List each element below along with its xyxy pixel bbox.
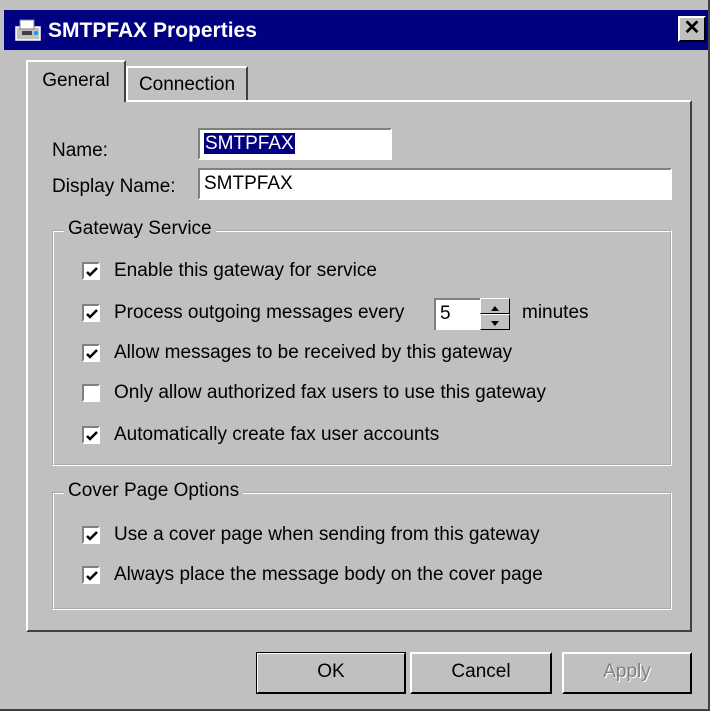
arrow-down-icon [491, 321, 499, 326]
window-title: SMTPFAX Properties [48, 19, 257, 42]
cancel-button-label: Cancel [451, 661, 511, 682]
interval-spinner [480, 298, 510, 330]
gateway-service-title: Gateway Service [64, 218, 216, 240]
fax-machine-icon [15, 19, 41, 41]
cover-page-title: Cover Page Options [64, 480, 244, 502]
tab-connection[interactable]: Connection [126, 66, 248, 102]
ok-button[interactable]: OK [256, 652, 406, 694]
authorized-users-checkbox[interactable] [82, 384, 100, 402]
allow-receive-label: Allow messages to be received by this ga… [114, 342, 513, 363]
apply-button[interactable]: Apply [562, 652, 692, 694]
allow-receive-checkbox[interactable] [82, 344, 100, 362]
enable-gateway-label: Enable this gateway for service [114, 260, 377, 281]
use-cover-page-checkbox[interactable] [82, 526, 100, 544]
name-label: Name: [52, 140, 108, 161]
checkmark-icon [86, 349, 98, 359]
tab-label: General [42, 70, 110, 91]
apply-button-label: Apply [603, 661, 651, 682]
cancel-button[interactable]: Cancel [410, 652, 552, 694]
body-on-cover-checkbox[interactable] [82, 566, 100, 584]
checkmark-icon [86, 531, 98, 541]
interval-input[interactable]: 5 [434, 298, 480, 330]
properties-dialog: SMTPFAX Properties ✕ General Connection … [0, 0, 710, 711]
interval-value: 5 [440, 303, 451, 324]
auto-create-accounts-checkbox[interactable] [82, 426, 100, 444]
use-cover-page-label: Use a cover page when sending from this … [114, 524, 540, 545]
process-outgoing-label: Process outgoing messages every [114, 302, 405, 323]
close-button[interactable]: ✕ [678, 16, 706, 42]
enable-gateway-checkbox[interactable] [82, 262, 100, 280]
close-icon: ✕ [683, 17, 701, 39]
process-outgoing-checkbox[interactable] [82, 304, 100, 322]
spin-up-button[interactable] [480, 298, 510, 314]
authorized-users-label: Only allow authorized fax users to use t… [114, 382, 546, 403]
tab-general[interactable]: General [26, 60, 126, 102]
interval-unit-label: minutes [522, 302, 589, 323]
spin-down-button[interactable] [480, 314, 510, 330]
arrow-up-icon [491, 306, 499, 311]
tab-label: Connection [138, 74, 236, 95]
name-value: SMTPFAX [204, 133, 295, 154]
title-bar[interactable]: SMTPFAX Properties ✕ [4, 10, 708, 50]
cover-page-group [52, 492, 672, 610]
checkmark-icon [86, 267, 98, 277]
display-name-value: SMTPFAX [204, 173, 293, 194]
name-field[interactable]: SMTPFAX [198, 128, 392, 160]
display-name-label: Display Name: [52, 176, 176, 197]
checkmark-icon [86, 431, 98, 441]
body-on-cover-label: Always place the message body on the cov… [114, 564, 543, 585]
display-name-field[interactable]: SMTPFAX [198, 168, 672, 200]
ok-button-label: OK [317, 661, 345, 682]
checkmark-icon [86, 571, 98, 581]
checkmark-icon [86, 309, 98, 319]
auto-create-accounts-label: Automatically create fax user accounts [114, 424, 440, 445]
